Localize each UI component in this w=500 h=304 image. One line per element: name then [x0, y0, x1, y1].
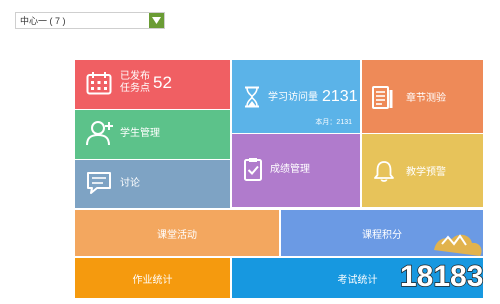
document-icon [372, 86, 393, 109]
center-select[interactable]: 中心一 ( 7 ) [15, 12, 165, 29]
class-activity-label: 课堂活动 [157, 229, 197, 241]
watermark-logo: 18183 [399, 234, 484, 294]
tasks-label-line1: 已发布 [120, 71, 150, 82]
published-tasks-tile[interactable]: 已发布 任务点 52 [75, 60, 230, 109]
class-activity-tile[interactable]: 课堂活动 [75, 210, 279, 256]
grade-label: 成绩管理 [270, 164, 310, 175]
chevron-down-icon [152, 17, 161, 24]
visits-label: 学习访问量 [268, 92, 318, 103]
hourglass-icon [245, 86, 259, 108]
clipboard-check-icon [244, 158, 262, 181]
teaching-warning-tile[interactable]: 教学预警 [362, 134, 483, 207]
user-add-icon [86, 121, 113, 146]
exam-label: 考试统计 [337, 274, 378, 286]
chat-bubble-icon [87, 172, 111, 194]
study-visits-tile[interactable]: 学习访问量 2131 本月：2131 [232, 60, 360, 133]
homework-label: 作业统计 [132, 274, 173, 286]
dropdown-button[interactable] [149, 13, 164, 28]
chapter-label: 章节测验 [406, 93, 446, 104]
bell-icon [374, 161, 394, 182]
discussion-tile[interactable]: 讨论 [75, 160, 230, 208]
calendar-icon [86, 72, 112, 95]
visits-count: 2131 [322, 88, 358, 105]
warning-label: 教学预警 [406, 167, 446, 178]
visits-monthly: 本月：2131 [315, 119, 352, 126]
tasks-label-line2: 任务点 [120, 83, 150, 94]
center-select-value: 中心一 ( 7 ) [20, 16, 66, 26]
homework-statistics-tile[interactable]: 作业统计 [75, 258, 230, 298]
svg-text:18183: 18183 [400, 260, 483, 293]
grade-management-tile[interactable]: 成绩管理 [232, 134, 360, 207]
discuss-label: 讨论 [120, 178, 140, 189]
chapter-quiz-tile[interactable]: 章节测验 [362, 60, 483, 133]
tasks-count: 52 [153, 73, 172, 92]
student-label: 学生管理 [120, 128, 160, 139]
student-management-tile[interactable]: 学生管理 [75, 110, 230, 159]
